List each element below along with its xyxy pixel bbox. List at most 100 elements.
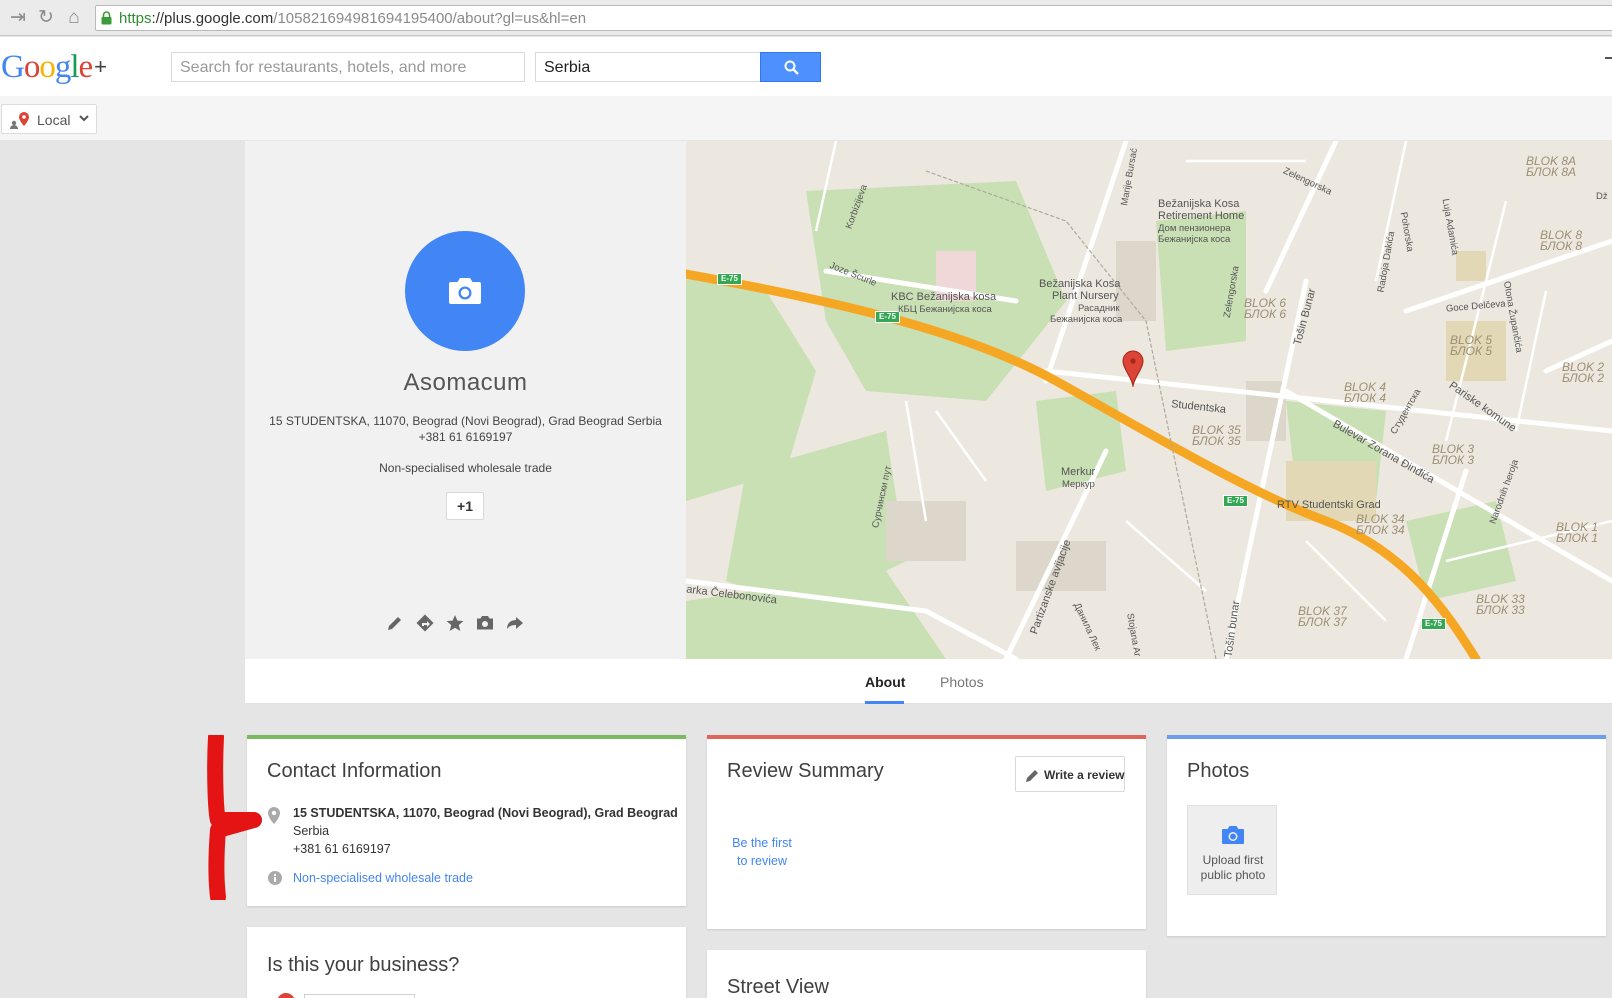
card-title: Contact Information — [267, 760, 442, 782]
action-icons-row — [385, 613, 550, 633]
business-category: Non-specialised wholesale trade — [379, 461, 552, 475]
contact-information-card: Contact Information 15 STUDENTSKA, 11070… — [247, 735, 686, 906]
map-building — [1456, 251, 1486, 281]
contact-address: 15 STUDENTSKA, 11070, Beograd (Novi Beog… — [293, 806, 678, 820]
search-icon — [784, 60, 799, 75]
browser-toolbar: ⇥ ↻ ⌂ https://plus.google.com/1058216949… — [0, 0, 1612, 36]
street-view-card: Street View — [707, 950, 1146, 998]
local-pin-icon — [10, 112, 29, 129]
url-text: https://plus.google.com/1058216949816941… — [119, 10, 586, 27]
map-block-label: БЛОК 4 — [1344, 391, 1387, 405]
pencil-icon[interactable] — [385, 613, 405, 633]
map-block-label: БЛОК 33 — [1476, 603, 1525, 617]
profile-avatar[interactable] — [405, 231, 525, 351]
user-avatar — [277, 993, 295, 998]
card-title: Is this your business? — [267, 954, 460, 976]
contact-country: Serbia — [293, 824, 330, 838]
header-edge-mark — [1605, 57, 1612, 59]
location-map[interactable]: E-75 E-75 E-75 E-75 KBC Bežanijska kosa … — [686, 141, 1612, 659]
map-street-label: Dž — [1596, 191, 1608, 202]
contact-category-link[interactable]: Non-specialised wholesale trade — [293, 871, 473, 885]
map-street — [1043, 141, 1129, 384]
map-street — [1263, 141, 1339, 294]
map-poi-label: Plant Nursery — [1052, 290, 1119, 302]
upload-label: public photo — [1200, 868, 1266, 882]
upload-label: Upload first — [1202, 853, 1264, 867]
info-icon — [268, 871, 282, 885]
map-poi-label: KBC Bežanijska kosa — [891, 291, 997, 303]
profile-card: Asomacum 15 STUDENTSKA, 11070, Beograd (… — [245, 141, 686, 659]
share-icon[interactable] — [505, 613, 525, 633]
business-phone: +381 61 6169197 — [418, 430, 513, 444]
home-icon[interactable]: ⌂ — [62, 6, 86, 30]
map-block-label: БЛОК 34 — [1356, 523, 1405, 537]
logo-letter: G — [1, 49, 25, 85]
map-poi-label: Меркур — [1062, 479, 1095, 490]
local-dropdown[interactable]: Local — [1, 104, 97, 134]
search-what-input[interactable]: Search for restaurants, hotels, and more — [171, 52, 525, 82]
logo-letter: o — [39, 49, 55, 85]
write-review-button[interactable]: Write a review — [1015, 756, 1125, 792]
logo-letter: g — [54, 49, 71, 85]
star-icon[interactable] — [445, 613, 465, 633]
local-label: Local — [37, 112, 71, 128]
local-bar: Local — [0, 96, 1612, 141]
active-tab-indicator — [865, 701, 904, 704]
map-block-label: БЛОК 8 — [1540, 239, 1583, 253]
add-photo-icon[interactable] — [475, 613, 495, 633]
map-block-label: БЛОК 37 — [1298, 615, 1347, 629]
reload-icon[interactable]: ↻ — [34, 6, 58, 30]
card-title: Street View — [727, 976, 829, 998]
map-poi-label: Бежанијска коса — [1158, 234, 1231, 245]
business-name: Asomacum — [403, 369, 528, 396]
camera-icon — [1222, 826, 1244, 844]
logo-letter: l — [70, 49, 79, 85]
map-block-label: БЛОК 1 — [1556, 531, 1599, 545]
photos-card: Photos Upload first public photo — [1167, 735, 1606, 936]
map-minor-street — [1514, 290, 1548, 432]
lock-icon — [101, 11, 112, 25]
map-poi-label: Merkur — [1061, 466, 1096, 478]
map-block-label: БЛОК 35 — [1192, 434, 1241, 448]
map-minor-street — [1125, 520, 1207, 592]
map-block-label: БЛОК 8А — [1526, 165, 1577, 179]
profile-tabs: About Photos — [245, 659, 1612, 704]
logo-plus: + — [94, 54, 108, 79]
tab-photos[interactable]: Photos — [940, 674, 984, 690]
camera-icon — [449, 278, 481, 304]
map-poi-label: Bežanijska Kosa — [1039, 278, 1121, 290]
review-summary-card: Review Summary Write a review Be the fir… — [707, 735, 1146, 929]
url-scheme: https — [119, 10, 152, 27]
be-first-review-link[interactable]: Be the first — [707, 836, 817, 850]
address-bar[interactable]: https://plus.google.com/1058216949816941… — [95, 5, 1612, 31]
tab-about[interactable]: About — [865, 674, 905, 690]
directions-icon[interactable] — [415, 613, 435, 633]
logo-letter: e — [78, 49, 94, 85]
card-title: Photos — [1187, 760, 1250, 782]
map-block-label: БЛОК 2 — [1562, 371, 1605, 385]
plus-one-button[interactable]: +1 — [446, 492, 484, 520]
forward-icon[interactable]: ⇥ — [6, 6, 30, 30]
highway-shield: E-75 — [717, 273, 742, 285]
card-title: Review Summary — [727, 760, 884, 782]
manage-page-button[interactable] — [304, 994, 415, 998]
map-block-label: БЛОК 6 — [1244, 307, 1287, 321]
upload-photo-button[interactable]: Upload first public photo — [1187, 805, 1277, 895]
card-accent-bar — [707, 735, 1146, 739]
write-review-label: Write a review — [1044, 768, 1125, 782]
map-block-label: БЛОК 3 — [1432, 453, 1475, 467]
pencil-icon — [1026, 770, 1038, 782]
google-plus-logo[interactable]: Google+ — [1, 49, 107, 85]
red-annotation-mark — [207, 735, 262, 900]
highway-shield: E-75 — [875, 311, 900, 323]
be-first-review-link[interactable]: to review — [707, 854, 817, 868]
google-header: Google+ Search for restaurants, hotels, … — [0, 37, 1612, 96]
map-poi-label: КБЦ Бежанијска коса — [898, 304, 992, 315]
card-accent-bar — [247, 735, 686, 739]
contact-phone: +381 61 6169197 — [293, 842, 391, 856]
map-minor-street — [934, 410, 988, 482]
location-pin-icon — [268, 807, 280, 824]
map-poi-label: Bežanijska Kosa — [1158, 198, 1240, 210]
search-button[interactable] — [760, 52, 821, 82]
search-where-input[interactable]: Serbia — [535, 52, 761, 82]
